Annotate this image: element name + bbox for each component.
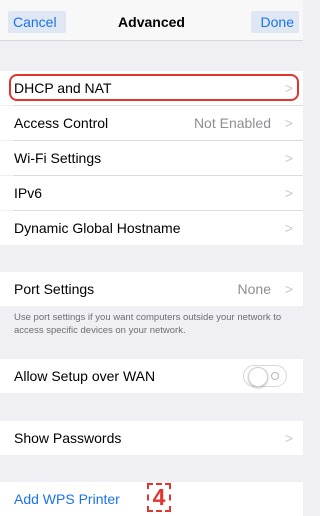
row-access-control[interactable]: Access Control Not Enabled > bbox=[0, 106, 303, 140]
step-number-badge: 4 bbox=[147, 483, 171, 512]
row-label: Wi-Fi Settings bbox=[14, 150, 102, 166]
row-label: IPv6 bbox=[14, 185, 43, 201]
row-allow-setup-over-wan: Allow Setup over WAN bbox=[0, 359, 303, 393]
chevron-right-icon: > bbox=[284, 115, 293, 131]
row-dynamic-global-hostname[interactable]: Dynamic Global Hostname > bbox=[0, 211, 303, 245]
add-wps-printer-link[interactable]: Add WPS Printer bbox=[14, 482, 120, 516]
row-value: None bbox=[237, 281, 271, 297]
chevron-right-icon: > bbox=[284, 150, 293, 166]
allow-setup-wan-toggle[interactable] bbox=[243, 365, 287, 387]
navigation-bar: Cancel Advanced Done bbox=[0, 0, 303, 41]
row-label: Port Settings bbox=[14, 281, 95, 297]
row-label: Dynamic Global Hostname bbox=[14, 220, 181, 236]
row-port-settings[interactable]: Port Settings None > bbox=[0, 272, 303, 306]
chevron-right-icon: > bbox=[284, 220, 293, 236]
port-settings-footnote: Use port settings if you want computers … bbox=[14, 312, 282, 336]
row-show-passwords[interactable]: Show Passwords > bbox=[0, 421, 303, 455]
toggle-off-indicator-icon bbox=[271, 372, 279, 380]
row-ipv6[interactable]: IPv6 > bbox=[0, 176, 303, 210]
row-label: Show Passwords bbox=[14, 430, 122, 446]
row-label: Allow Setup over WAN bbox=[14, 368, 156, 384]
done-button[interactable]: Done bbox=[251, 11, 299, 33]
row-wifi-settings[interactable]: Wi-Fi Settings > bbox=[0, 141, 303, 175]
chevron-right-icon: > bbox=[284, 281, 293, 297]
toggle-knob bbox=[248, 367, 268, 387]
highlight-box bbox=[9, 74, 299, 101]
chevron-right-icon: > bbox=[284, 430, 293, 446]
row-label: Access Control bbox=[14, 115, 109, 131]
chevron-right-icon: > bbox=[284, 185, 293, 201]
row-value: Not Enabled bbox=[193, 115, 271, 131]
